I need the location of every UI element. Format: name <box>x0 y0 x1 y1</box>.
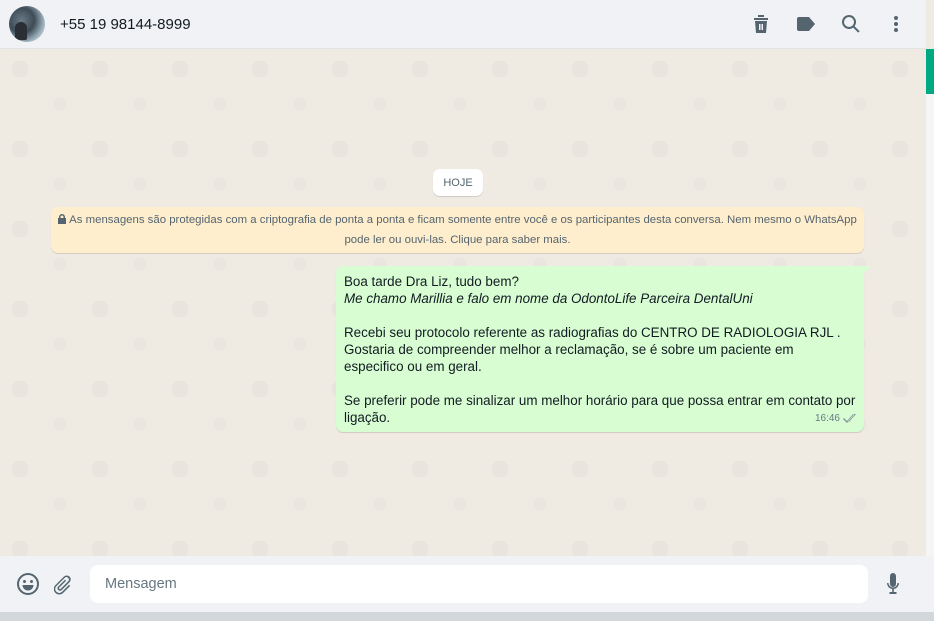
message-input[interactable] <box>90 565 868 603</box>
message-meta: 16:46 <box>815 410 857 427</box>
label-icon[interactable] <box>794 12 818 36</box>
chat-scrollbar-thumb[interactable] <box>926 49 934 94</box>
microphone-icon[interactable] <box>880 571 906 597</box>
chat-scrollbar[interactable] <box>926 49 934 556</box>
encryption-notice-line2: pode ler ou ouvi-las. Clique para saber … <box>344 234 571 246</box>
composer <box>0 556 934 612</box>
message-line-contact: Se preferir pode me sinalizar um melhor … <box>344 393 856 425</box>
message-time: 16:46 <box>814 413 840 424</box>
search-icon[interactable] <box>839 12 863 36</box>
message-line-protocol: Recebi seu protocolo referente as radiog… <box>344 325 841 340</box>
double-check-icon <box>843 414 856 423</box>
contact-name[interactable]: +55 19 98144-8999 <box>60 16 191 33</box>
encryption-notice-line1: As mensagens são protegidas com a cripto… <box>69 214 857 226</box>
chat-header: +55 19 98144-8999 <box>0 0 926 49</box>
contact-avatar[interactable] <box>9 6 45 42</box>
window-bottom-edge <box>0 612 934 621</box>
message-line-question: Gostaria de compreender melhor a reclama… <box>344 342 794 374</box>
attach-icon[interactable] <box>52 571 78 597</box>
header-actions <box>728 0 908 48</box>
encryption-notice[interactable]: As mensagens são protegidas com a cripto… <box>51 207 864 253</box>
menu-icon[interactable] <box>884 12 908 36</box>
message-line-signature: Me chamo Marillia e falo em nome da Odon… <box>344 291 753 306</box>
lock-icon <box>58 212 67 231</box>
outgoing-message[interactable]: Boa tarde Dra Liz, tudo bem? Me chamo Ma… <box>336 266 871 432</box>
emoji-icon[interactable] <box>15 571 41 597</box>
date-divider: HOJE <box>433 169 483 196</box>
chat-panel: HOJE As mensagens são protegidas com a c… <box>0 49 926 556</box>
message-line-greeting: Boa tarde Dra Liz, tudo bem? <box>344 274 519 289</box>
delete-icon[interactable] <box>749 12 773 36</box>
